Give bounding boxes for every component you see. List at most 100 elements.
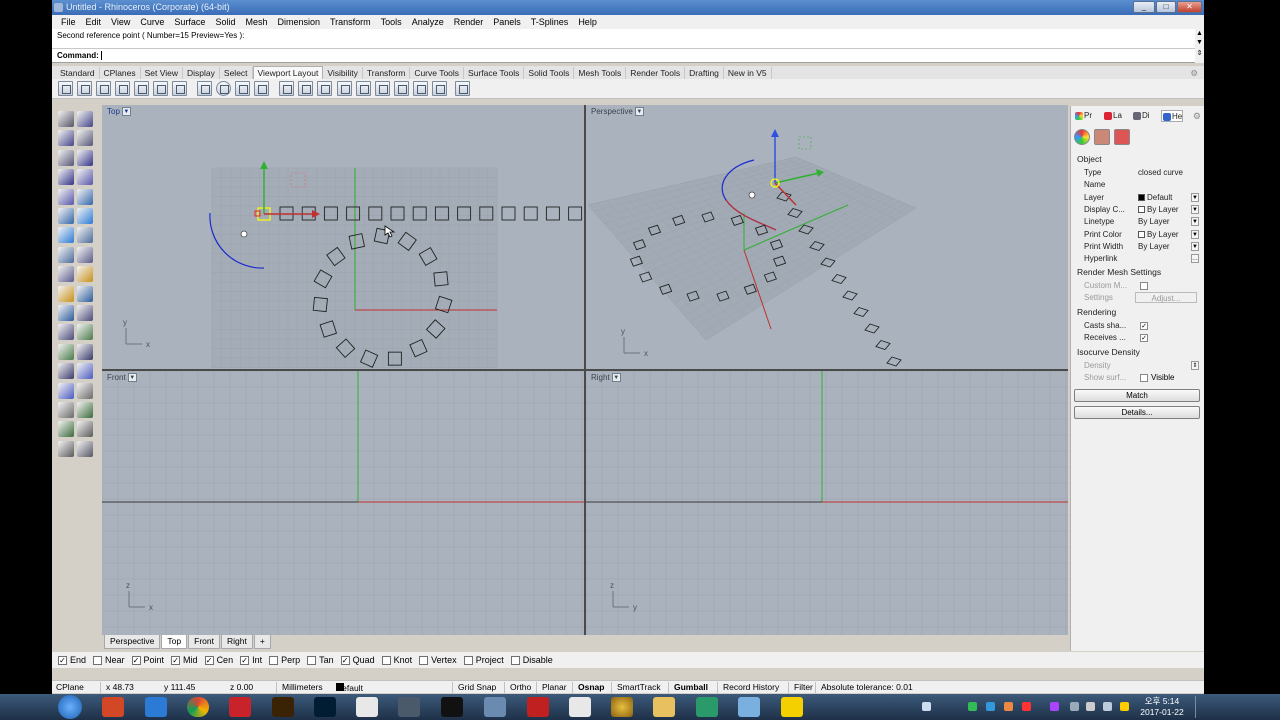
menu-panels[interactable]: Panels	[488, 15, 526, 29]
command-line[interactable]: Command: ⇕	[52, 49, 1204, 63]
panel-tab-help[interactable]: He	[1161, 110, 1184, 122]
maximize-button[interactable]: □	[1156, 1, 1176, 13]
custom-mesh-checkbox[interactable]	[1140, 282, 1148, 290]
status-osnap[interactable]: Osnap	[572, 682, 604, 693]
panel-tab-layers[interactable]: La	[1103, 110, 1122, 122]
status-record-history[interactable]: Record History	[717, 682, 779, 693]
left-toolbar-tool-icon[interactable]	[77, 421, 93, 438]
left-toolbar-tool-icon[interactable]	[58, 402, 74, 418]
viewport-menu-dropdown-icon[interactable]: ▼	[127, 373, 137, 383]
new-page-icon[interactable]	[337, 81, 352, 96]
viewport-tab-top[interactable]: Top	[161, 635, 188, 649]
osnap-knot[interactable]: Knot	[381, 655, 412, 665]
left-toolbar-tool-icon[interactable]	[58, 324, 74, 341]
taskbar-clock[interactable]: 오후 5:14 2017-01-22	[1138, 696, 1186, 718]
viewport-top[interactable]: xy Top ▼	[102, 105, 584, 369]
camera-icon[interactable]	[298, 81, 313, 96]
viewport-right[interactable]: yz Right ▼	[586, 371, 1068, 635]
tab-curve-tools[interactable]: Curve Tools	[410, 66, 465, 79]
left-toolbar-tool-icon[interactable]	[58, 363, 74, 380]
osnap-project-checkbox[interactable]	[463, 655, 473, 665]
tray-icon[interactable]	[1022, 702, 1031, 711]
osnap-int[interactable]: ✓ Int	[240, 655, 262, 665]
left-toolbar-tool-icon[interactable]	[58, 440, 74, 457]
panel-settings-gear-icon[interactable]: ⚙	[1193, 111, 1201, 122]
split-vertical-icon[interactable]	[134, 81, 149, 96]
print-icon[interactable]	[455, 81, 470, 96]
tab-cplanes[interactable]: CPlanes	[100, 66, 141, 79]
prop-value[interactable]: Default	[1138, 192, 1172, 204]
illustrator-taskbar-icon[interactable]	[272, 697, 294, 717]
three-viewports-icon[interactable]	[153, 81, 168, 96]
viewport-front[interactable]: xz Front ▼	[102, 371, 584, 635]
menu-solid[interactable]: Solid	[210, 15, 240, 29]
tab-viewport-layout[interactable]: Viewport Layout	[252, 66, 324, 79]
tab-drafting[interactable]: Drafting	[685, 66, 724, 79]
add-viewport-tab-icon[interactable]: +	[253, 635, 271, 649]
osnap-int-checkbox[interactable]: ✓	[240, 655, 250, 665]
tab-solid-tools[interactable]: Solid Tools	[524, 66, 575, 79]
menu-surface[interactable]: Surface	[169, 15, 210, 29]
four-viewports-icon[interactable]	[77, 81, 92, 96]
prop-dropdown-icon[interactable]: ▼	[1191, 192, 1199, 202]
tab-render-tools[interactable]: Render Tools	[626, 66, 686, 79]
prop-dropdown-icon[interactable]: ▼	[1191, 241, 1199, 251]
viewport-menu-dropdown-icon[interactable]: ▼	[634, 107, 644, 117]
photoshop-taskbar-icon[interactable]	[314, 697, 336, 717]
prop-value[interactable]: By Layer	[1138, 241, 1170, 253]
prop-dropdown-icon[interactable]: ▼	[1191, 217, 1199, 227]
menu-curve[interactable]: Curve	[135, 15, 169, 29]
density-spinner[interactable]: ⇕	[1191, 361, 1199, 370]
detail-view-icon[interactable]	[356, 81, 371, 96]
minimize-button[interactable]: _	[1133, 1, 1155, 13]
grid-viewport-icon[interactable]	[197, 81, 212, 96]
tab-mesh-tools[interactable]: Mesh Tools	[574, 66, 627, 79]
layout-grid-icon[interactable]	[254, 81, 269, 96]
menu-transform[interactable]: Transform	[325, 15, 376, 29]
osnap-quad[interactable]: ✓ Quad	[340, 655, 375, 665]
osnap-vertex-checkbox[interactable]	[419, 655, 429, 665]
tab-transform[interactable]: Transform	[363, 66, 411, 79]
left-toolbar-tool-icon[interactable]	[77, 382, 93, 399]
menu-tools[interactable]: Tools	[376, 15, 407, 29]
left-toolbar-tool-icon[interactable]	[58, 130, 74, 147]
close-button[interactable]: ✕	[1177, 1, 1202, 13]
command-history-scrollbar[interactable]: ▲ ▼	[1195, 29, 1204, 49]
left-toolbar-tool-icon[interactable]	[58, 305, 74, 321]
osnap-end[interactable]: ✓ End	[58, 655, 86, 665]
osnap-near[interactable]: Near	[93, 655, 125, 665]
powerpoint-taskbar-icon[interactable]	[102, 697, 124, 717]
monitor-icon[interactable]	[317, 81, 332, 96]
menu-analyze[interactable]: Analyze	[407, 15, 449, 29]
start-button-icon[interactable]	[58, 695, 82, 719]
osnap-cen-checkbox[interactable]: ✓	[204, 655, 214, 665]
adjust-button[interactable]: Adjust...	[1135, 292, 1197, 303]
sphere-view-icon[interactable]	[216, 81, 231, 96]
left-toolbar-tool-icon[interactable]	[77, 285, 93, 302]
viewport-menu-dropdown-icon[interactable]: ▼	[611, 373, 621, 383]
status-grid-snap[interactable]: Grid Snap	[452, 682, 496, 693]
tray-icon[interactable]	[922, 702, 931, 711]
tray-icon[interactable]	[1004, 702, 1013, 711]
split-horizontal-icon[interactable]	[115, 81, 130, 96]
printer-layout-icon[interactable]	[394, 81, 409, 96]
menu-tsplines[interactable]: T-Splines	[526, 15, 574, 29]
prop-dropdown-icon[interactable]: ▼	[1191, 229, 1199, 239]
show-desktop-button[interactable]	[1195, 696, 1204, 718]
tile-viewports-icon[interactable]	[172, 81, 187, 96]
remote-desktop-taskbar-icon[interactable]	[696, 697, 718, 717]
media-taskbar-icon[interactable]	[611, 697, 633, 717]
osnap-knot-checkbox[interactable]	[381, 655, 391, 665]
casts-shadows-checkbox[interactable]: ✓	[1140, 322, 1148, 330]
osnap-mid[interactable]: ✓ Mid	[171, 655, 198, 665]
tab-set-view[interactable]: Set View	[141, 66, 184, 79]
menu-edit[interactable]: Edit	[81, 15, 107, 29]
tab-select[interactable]: Select	[220, 66, 253, 79]
lens-icon[interactable]	[279, 81, 294, 96]
tray-icon[interactable]	[986, 702, 995, 711]
viewport-menu-dropdown-icon[interactable]: ▼	[121, 107, 131, 117]
left-toolbar-tool-icon[interactable]	[58, 208, 74, 224]
texture-mapping-icon[interactable]	[1114, 129, 1130, 145]
network-icon[interactable]	[1070, 702, 1079, 711]
internet-explorer-taskbar-icon[interactable]	[145, 697, 167, 717]
